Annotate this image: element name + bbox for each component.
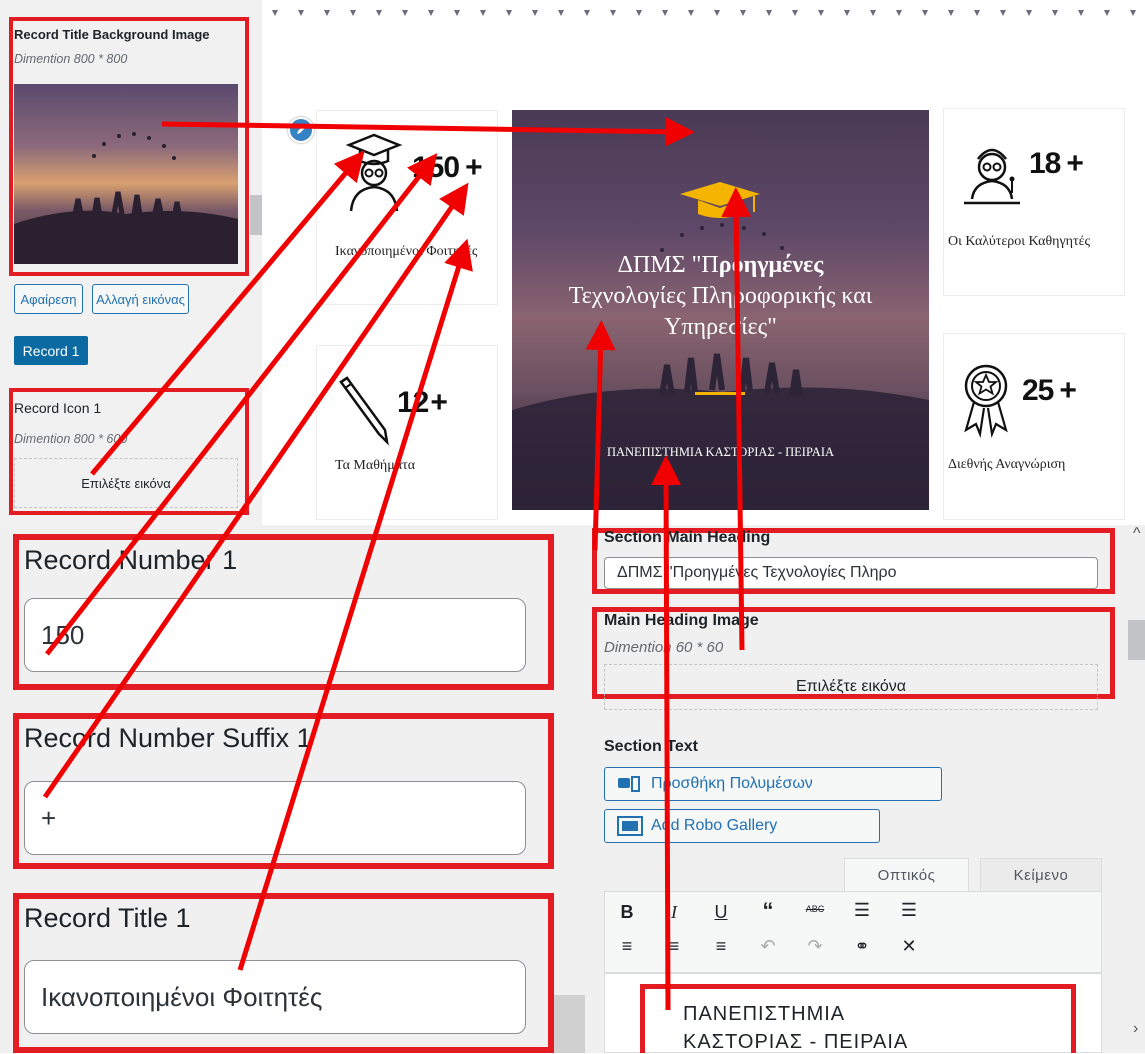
link-icon[interactable]: ⚭ bbox=[848, 936, 876, 957]
stat-label: Τα Μαθήματα bbox=[335, 458, 416, 473]
scrollbar[interactable] bbox=[250, 195, 262, 235]
section-text-label: Section Text bbox=[604, 738, 698, 755]
stat-number: 25 bbox=[1022, 374, 1054, 407]
scrollbar[interactable] bbox=[554, 995, 585, 1053]
hero-divider bbox=[695, 392, 745, 395]
stat-label: Οι Καλύτεροι Καθηγητές bbox=[948, 234, 1091, 249]
stat-suffix: + bbox=[430, 386, 448, 419]
bg-image-dimension: Dimention 800 * 800 bbox=[14, 52, 128, 66]
add-media-button[interactable]: Προσθήκη Πολυμέσων bbox=[604, 767, 942, 801]
record-number-label: Record Number 1 bbox=[24, 545, 238, 575]
hero-banner: ΔΠΜΣ "Προηγμένες Τεχνολογίες Πληροφορικής… bbox=[512, 110, 929, 510]
graduation-cap-icon bbox=[680, 182, 760, 218]
stat-suffix: + bbox=[1059, 374, 1077, 407]
undo-icon[interactable]: ↶ bbox=[754, 936, 782, 957]
collapse-chevron-icon[interactable]: ^ bbox=[1133, 525, 1145, 545]
stat-number: 12 bbox=[397, 386, 429, 419]
tab-visual[interactable]: Οπτικός bbox=[844, 858, 969, 892]
blockquote-icon[interactable]: “ bbox=[754, 898, 782, 924]
record-title-label: Record Title 1 bbox=[24, 903, 191, 933]
select-heading-image-button[interactable]: Επιλέξτε εικόνα bbox=[604, 664, 1098, 710]
editor-line-1: ΠΑΝΕΠΙΣΤΗΜΙΑ bbox=[683, 1003, 846, 1025]
stat-card: 25 + Διεθνής Αναγνώριση bbox=[943, 333, 1125, 520]
redo-icon[interactable]: ↷ bbox=[801, 936, 829, 957]
record-suffix-label: Record Number Suffix 1 bbox=[24, 723, 312, 753]
stat-label: Ικανοποιημένοι Φοιτητές bbox=[335, 244, 478, 259]
editor-toolbar: B I U “ ABC ☰ ☰ ≡ ≡ ≡ ↶ ↷ ⚭ ✕ bbox=[604, 891, 1102, 973]
hero-title: ΔΠΜΣ "Προηγμένες Τεχνολογίες Πληροφορικής… bbox=[568, 252, 873, 340]
align-left-icon[interactable]: ≡ bbox=[613, 936, 641, 957]
stat-card: 18 + Οι Καλύτεροι Καθηγητές bbox=[943, 108, 1125, 296]
select-icon-image-button[interactable]: Επιλέξτε εικόνα bbox=[14, 458, 238, 508]
stat-suffix: + bbox=[1066, 147, 1084, 180]
tab-text[interactable]: Κείμενο bbox=[980, 858, 1102, 892]
main-heading-label: Section Main Heading bbox=[604, 529, 771, 546]
add-robo-gallery-button[interactable]: Add Robo Gallery bbox=[604, 809, 880, 843]
bold-icon[interactable]: B bbox=[613, 902, 641, 923]
pencil-icon bbox=[297, 125, 306, 134]
numbered-list-icon[interactable]: ☰ bbox=[895, 900, 923, 921]
icon-label: Record Icon 1 bbox=[14, 400, 102, 416]
stat-label: Διεθνής Αναγνώριση bbox=[948, 457, 1066, 472]
icon-dimension: Dimention 800 * 600 bbox=[14, 432, 128, 446]
scrollbar[interactable] bbox=[1128, 620, 1145, 660]
record-settings-panel: Record Title Background Image Dimention … bbox=[0, 0, 262, 525]
record-tab[interactable]: Record 1 bbox=[14, 336, 88, 365]
crowd-silhouette bbox=[14, 132, 238, 264]
background-image-thumbnail[interactable] bbox=[14, 84, 238, 264]
stat-suffix: + bbox=[465, 151, 483, 184]
customizer-panel: Section Main Heading ΔΠΜΣ "Προηγμένες Τε… bbox=[585, 525, 1145, 1053]
pencil-icon bbox=[339, 376, 389, 446]
main-heading-image-label: Main Heading Image bbox=[604, 612, 759, 629]
italic-icon[interactable]: I bbox=[660, 902, 688, 923]
record-number-input[interactable]: 150 bbox=[24, 598, 526, 672]
media-icon bbox=[618, 776, 640, 792]
remove-image-button[interactable]: Αφαίρεση bbox=[14, 284, 83, 314]
decorative-border bbox=[272, 10, 1136, 16]
stat-number: 150 bbox=[412, 151, 460, 184]
underline-icon[interactable]: U bbox=[707, 902, 735, 923]
graduate-icon bbox=[345, 133, 403, 212]
strikethrough-icon[interactable]: ABC bbox=[801, 904, 829, 914]
edit-shortcut-icon[interactable] bbox=[288, 117, 314, 143]
bg-image-label: Record Title Background Image bbox=[14, 27, 210, 42]
gallery-icon bbox=[617, 816, 643, 836]
hero-subtitle: ΠΑΝΕΠΙΣΤΗΜΙΑ ΚΑΣΤΟΡΙΑΣ - ΠΕΙΡΑΙΑ bbox=[606, 445, 835, 459]
record-suffix-input[interactable]: + bbox=[24, 781, 526, 855]
bullet-list-icon[interactable]: ☰ bbox=[848, 900, 876, 921]
editor-line-2: ΚΑΣΤΟΡΙΑΣ - ΠΕΙΡΑΙΑ bbox=[683, 1031, 909, 1053]
stat-card: 12+ Τα Μαθήματα bbox=[316, 345, 498, 520]
fullscreen-icon[interactable]: ✕ bbox=[895, 936, 923, 957]
change-image-button[interactable]: Αλλαγή εικόνας bbox=[92, 284, 189, 314]
align-center-icon[interactable]: ≡ bbox=[660, 936, 688, 957]
align-right-icon[interactable]: ≡ bbox=[707, 936, 735, 957]
stat-card: 150 + Ικανοποιημένοι Φοιτητές bbox=[316, 110, 498, 305]
record-title-input[interactable]: Ικανοποιημένοι Φοιτητές bbox=[24, 960, 526, 1034]
award-icon bbox=[964, 364, 1008, 439]
teacher-icon bbox=[964, 148, 1020, 205]
main-heading-image-dimension: Dimention 60 * 60 bbox=[604, 639, 724, 656]
record-fields-panel: Record Number 1 150 Record Number Suffix… bbox=[0, 525, 585, 1053]
scroll-chevron-icon[interactable]: › bbox=[1133, 1020, 1138, 1038]
stat-number: 18 bbox=[1029, 147, 1061, 180]
main-heading-input[interactable]: ΔΠΜΣ "Προηγμένες Τεχνολογίες Πληρο bbox=[604, 557, 1098, 589]
